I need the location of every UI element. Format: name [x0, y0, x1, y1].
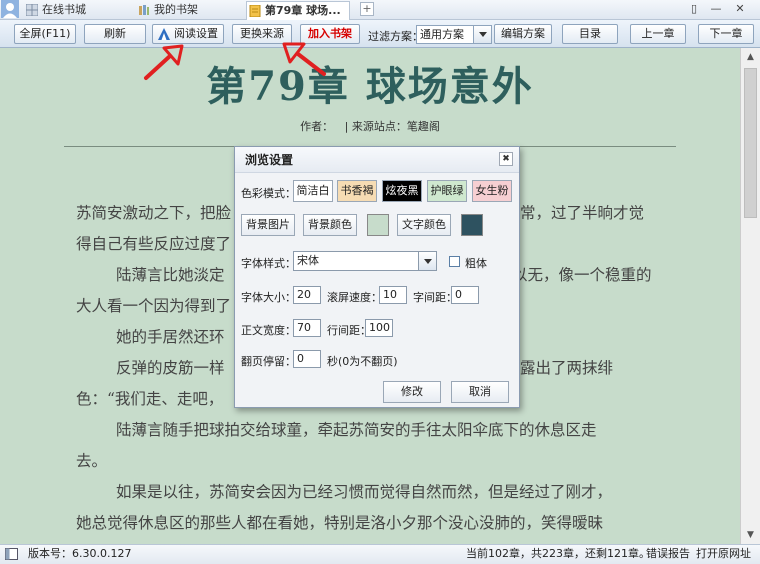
- author-label: 作者：: [300, 120, 334, 133]
- open-url-link[interactable]: 打开原网址: [696, 545, 751, 563]
- dialog-title: 浏览设置: [235, 147, 519, 173]
- catalog-button[interactable]: 目录: [562, 24, 618, 44]
- new-tab-button[interactable]: +: [360, 2, 374, 16]
- tab-my-bookshelf[interactable]: 我的书架: [136, 1, 228, 20]
- color-mode-label: 色彩模式：: [241, 187, 296, 200]
- filter-select[interactable]: 通用方案: [416, 25, 492, 44]
- paragraph-line: 去。: [76, 452, 108, 470]
- line-spacing-input[interactable]: 100: [365, 319, 393, 337]
- swatch-brown[interactable]: 书香褐: [337, 180, 377, 202]
- bold-label: 粗体: [465, 257, 487, 270]
- chapter-progress: 当前102章，共223章，还剩121章。: [466, 547, 650, 560]
- grid-icon: [26, 4, 38, 16]
- swatch-white[interactable]: 简洁白: [293, 180, 333, 202]
- browse-settings-dialog: 浏览设置 ✖ 色彩模式： 简洁白 书香褐 炫夜黑 护眼绿 女生粉 背景图片 背景…: [234, 146, 520, 408]
- text-color-button[interactable]: 文字颜色: [397, 214, 451, 236]
- chapter-meta: 作者： | 来源站点：笔趣阁: [0, 118, 740, 134]
- swatch-black[interactable]: 炫夜黑: [382, 180, 422, 202]
- minimize-button[interactable]: —: [708, 1, 724, 17]
- user-avatar-icon[interactable]: [1, 0, 19, 18]
- read-settings-icon: [158, 28, 170, 40]
- refresh-button[interactable]: 刷新: [84, 24, 146, 44]
- tab-chapter[interactable]: 第79章 球场...: [246, 1, 350, 20]
- paragraph-fragment: 以无，像一个稳重的: [512, 266, 652, 284]
- modify-button[interactable]: 修改: [383, 381, 441, 403]
- annotation-arrow-icon: [144, 44, 184, 80]
- tab-label: 在线书城: [42, 3, 86, 16]
- font-size-input[interactable]: 20: [293, 286, 321, 304]
- swatch-green[interactable]: 护眼绿: [427, 180, 467, 202]
- bg-color-button[interactable]: 背景颜色: [303, 214, 357, 236]
- width-label: 正文宽度：: [241, 324, 296, 337]
- font-select[interactable]: 宋体: [293, 251, 437, 271]
- chapter-title: 第79章 球场意外: [206, 63, 534, 110]
- scroll-speed-label: 滚屏速度：: [327, 291, 382, 304]
- tab-online-store[interactable]: 在线书城: [24, 1, 116, 20]
- restore-button[interactable]: ▯: [686, 1, 702, 17]
- bookshelf-icon: [139, 5, 149, 15]
- status-bar: 版本号：6.30.0.127 当前102章，共223章，还剩121章。 错误报告…: [0, 544, 760, 564]
- prev-chapter-button[interactable]: 上一章: [630, 24, 686, 44]
- toolbar: 全屏(F11) 刷新 阅读设置 更换来源 加入书架 过滤方案： 通用方案 编辑方…: [0, 20, 760, 48]
- bg-color-preview[interactable]: [367, 214, 389, 236]
- font-value: 宋体: [297, 254, 319, 267]
- edit-filter-button[interactable]: 编辑方案: [494, 24, 552, 44]
- letter-spacing-input[interactable]: 0: [451, 286, 479, 304]
- annotation-arrow-icon: [282, 42, 326, 76]
- chevron-down-icon[interactable]: [473, 26, 491, 43]
- filter-label: 过滤方案：: [368, 30, 423, 43]
- font-size-label: 字体大小：: [241, 291, 296, 304]
- vertical-scrollbar[interactable]: ▲ ▼: [740, 48, 760, 544]
- bg-image-button[interactable]: 背景图片: [241, 214, 295, 236]
- chevron-down-icon[interactable]: [418, 252, 436, 270]
- page-stay-input[interactable]: 0: [293, 350, 321, 368]
- tab-label: 我的书架: [154, 3, 198, 16]
- paragraph-line: 她总觉得休息区的那些人都在看她，特别是洛小夕那个没心没肺的，笑得暧昧: [76, 514, 604, 532]
- tab-label: 第79章 球场...: [265, 4, 341, 17]
- fullscreen-button[interactable]: 全屏(F11): [14, 24, 76, 44]
- page-stay-unit: 秒(0为不翻页): [327, 355, 398, 368]
- bold-checkbox[interactable]: [449, 256, 460, 267]
- error-report-link[interactable]: 错误报告: [646, 545, 690, 563]
- close-window-button[interactable]: ✕: [732, 1, 748, 17]
- next-chapter-button[interactable]: 下一章: [698, 24, 754, 44]
- read-settings-button[interactable]: 阅读设置: [152, 24, 224, 44]
- document-icon: [249, 5, 261, 17]
- width-input[interactable]: 70: [293, 319, 321, 337]
- swatch-pink[interactable]: 女生粉: [472, 180, 512, 202]
- text-color-preview[interactable]: [461, 214, 483, 236]
- scroll-down-icon[interactable]: ▼: [741, 526, 760, 544]
- scroll-up-icon[interactable]: ▲: [741, 48, 760, 66]
- filter-value: 通用方案: [420, 28, 464, 41]
- read-settings-label: 阅读设置: [174, 27, 218, 40]
- source-label: | 来源站点：笔趣阁: [344, 120, 440, 133]
- close-icon[interactable]: ✖: [499, 152, 513, 166]
- paragraph-fragment: 露出了两抹绯: [520, 359, 614, 377]
- paragraph-line: 陆薄言随手把球拍交给球童，牵起苏简安的手往太阳伞底下的休息区走: [116, 421, 597, 439]
- paragraph-fragment: 常，过了半晌才觉: [520, 204, 645, 222]
- page-stay-label: 翻页停留：: [241, 355, 296, 368]
- cancel-button[interactable]: 取消: [451, 381, 509, 403]
- scroll-thumb[interactable]: [744, 68, 757, 218]
- font-style-label: 字体样式：: [241, 257, 296, 270]
- scroll-speed-input[interactable]: 10: [379, 286, 407, 304]
- sidebar-toggle-icon[interactable]: [5, 548, 18, 560]
- tab-bar: 在线书城 我的书架 第79章 球场... + ▯ — ✕: [0, 0, 760, 20]
- paragraph-line: 如果是以往，苏简安会因为已经习惯而觉得自然而然，但是经过了刚才，: [116, 483, 613, 501]
- version-text: 版本号：6.30.0.127: [28, 547, 132, 560]
